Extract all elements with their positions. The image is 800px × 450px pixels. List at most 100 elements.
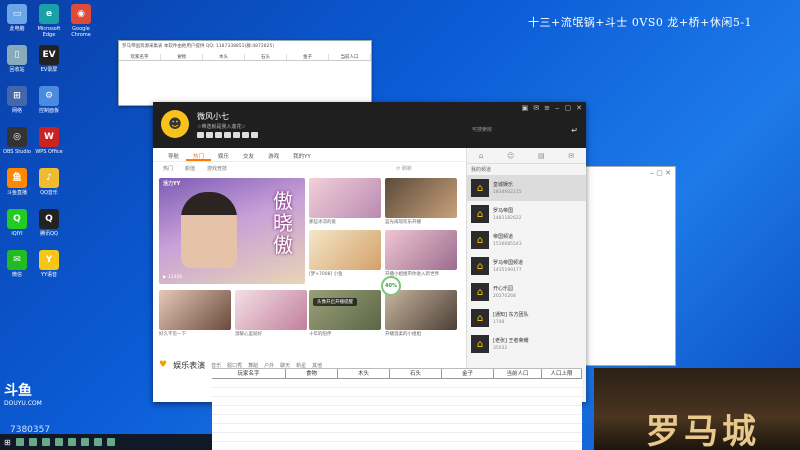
channel-item[interactable]: ⌂ 罗马帝国 1481182622: [467, 201, 586, 227]
secondary-window[interactable]: ‒ ▢ ✕: [580, 166, 676, 366]
sub-tab[interactable]: 热门: [163, 165, 173, 172]
channel-group-label[interactable]: 我的频道: [467, 164, 586, 175]
column-header[interactable]: 玩家名字: [119, 54, 161, 60]
nav-tab[interactable]: 我的YY: [286, 148, 318, 161]
column-header[interactable]: 木头: [338, 369, 390, 378]
contacts-icon[interactable]: ☺: [507, 152, 514, 160]
column-header[interactable]: 当前人口: [329, 54, 371, 60]
chat-icon[interactable]: ✉: [568, 152, 574, 160]
taskbar-app-icon[interactable]: [28, 438, 37, 446]
nav-tab[interactable]: 热门: [186, 148, 212, 161]
stream-caption[interactable]: 开播温柔的小姐姐: [385, 331, 457, 337]
channel-house-icon: ⌂: [471, 257, 489, 275]
desktop-icon[interactable]: ✉ 微信: [0, 250, 34, 278]
resource-sheet-window[interactable]: 罗马帝国资源采集表 本软件由他用户提供 QQ: 1187338851(群:487…: [118, 40, 372, 106]
column-header[interactable]: 人口上限: [542, 369, 582, 378]
channel-item[interactable]: ⌂ 皇城娱乐 1834602215: [467, 175, 586, 201]
channel-item[interactable]: ⌂ 罗马帝国频道 1435199177: [467, 253, 586, 279]
enter-icon[interactable]: ↵: [571, 126, 578, 135]
stream-caption[interactable]: 蓝光再现欢乐开播: [385, 219, 457, 225]
stream-thumbnail[interactable]: 那些冰凉的爱: [309, 178, 381, 225]
close-icon[interactable]: ✕: [576, 104, 582, 112]
taskbar-app-icon[interactable]: [93, 438, 102, 446]
channel-house-icon: ⌂: [471, 231, 489, 249]
stream-caption[interactable]: 十年的陪伴: [309, 331, 381, 337]
desktop-icon[interactable]: QiQIYI: [0, 209, 34, 237]
start-icon[interactable]: ⊞: [4, 438, 11, 447]
stream-caption[interactable]: 好久不见一下: [159, 331, 231, 337]
sub-tab[interactable]: 游戏竞技: [207, 165, 227, 172]
channel-name: 罗马帝国: [493, 208, 514, 214]
window-controls[interactable]: ‒ ▢ ✕: [581, 167, 675, 179]
stream-thumbnail[interactable]: 十年的陪伴: [309, 290, 381, 337]
taskbar-app-icon[interactable]: [80, 438, 89, 446]
skin-icon[interactable]: ▣: [522, 104, 529, 112]
app-icon: ♪: [39, 168, 59, 188]
stream-thumbnail[interactable]: 蓝光再现欢乐开播: [385, 178, 457, 225]
channel-name: [通知] 东方团队: [493, 312, 529, 318]
nav-tab[interactable]: 娱乐: [211, 148, 236, 161]
search-input[interactable]: 可搜索房: [472, 126, 552, 133]
column-header[interactable]: 木头: [203, 54, 245, 60]
window-controls[interactable]: ▣ ✉ ≡ ‒ ▢ ✕: [522, 104, 582, 112]
username[interactable]: 微风小七: [197, 111, 229, 122]
column-header[interactable]: 金子: [442, 369, 494, 378]
column-header[interactable]: 玩家名字: [212, 369, 286, 378]
featured-stream-card[interactable]: 活力YY 傲晓傲 ▶ 12446: [159, 178, 305, 284]
stream-thumbnail[interactable]: 好久不见一下: [159, 290, 231, 337]
user-signature[interactable]: ☆帝选就是我入莲花☆: [197, 123, 246, 130]
home-icon[interactable]: ⌂: [479, 152, 483, 160]
minimize-icon[interactable]: ‒: [555, 104, 559, 112]
nav-tab[interactable]: 游戏: [261, 148, 286, 161]
desktop-icon[interactable]: ⊞ 网络: [0, 86, 34, 114]
sub-tab[interactable]: 颜值: [185, 165, 195, 172]
desktop-icon[interactable]: e Microsoft Edge: [32, 4, 66, 38]
desktop-icon[interactable]: ⚙ 控制面板: [32, 86, 66, 114]
stream-caption[interactable]: 温暖心里就好: [235, 331, 307, 337]
desktop-icon-label: Microsoft Edge: [37, 26, 61, 38]
stream-thumbnail[interactable]: 开播小姐姐带你进入新世界: [385, 230, 457, 277]
column-header[interactable]: 金子: [287, 54, 329, 60]
avatar[interactable]: ☻: [161, 110, 189, 138]
refresh-button[interactable]: ⟳ 刷新: [396, 165, 412, 172]
channel-item[interactable]: ⌂ 帝国频道 1536085543: [467, 227, 586, 253]
stream-thumbnail[interactable]: 温暖心里就好: [235, 290, 307, 337]
taskbar-app-icon[interactable]: [106, 438, 115, 446]
desktop-icon[interactable]: 鱼斗鱼直播: [0, 168, 34, 196]
column-header[interactable]: 食物: [286, 369, 338, 378]
taskbar-app-icon[interactable]: [67, 438, 76, 446]
bottom-sheet-window[interactable]: 玩家名字 食物 木头 石头 金子 当前人口 人口上限: [212, 368, 582, 450]
column-header[interactable]: 石头: [245, 54, 287, 60]
nav-tab[interactable]: 交友: [236, 148, 261, 161]
taskbar-app-icon[interactable]: [41, 438, 50, 446]
channel-icon[interactable]: ▤: [538, 152, 545, 160]
desktop-icon[interactable]: ▯ 回收站: [0, 45, 34, 73]
desktop-icon[interactable]: Q 腾讯QQ: [32, 209, 66, 237]
desktop-icon[interactable]: EV EV录屏: [32, 45, 66, 73]
column-header[interactable]: 食物: [161, 54, 203, 60]
settings-icon[interactable]: ≡: [544, 104, 550, 112]
nav-tab[interactable]: 导航: [161, 148, 186, 161]
taskbar-app-icon[interactable]: [15, 438, 24, 446]
stream-caption[interactable]: 那些冰凉的爱: [309, 219, 381, 225]
desktop-icon-label: EV录屏: [40, 67, 58, 73]
channel-item[interactable]: ⌂ [老张] 王者荣耀 35032: [467, 331, 586, 357]
taskbar-app-icon[interactable]: [54, 438, 63, 446]
maximize-icon[interactable]: ▢: [565, 104, 572, 112]
desktop-icon[interactable]: W WPS Office: [32, 127, 66, 155]
channel-item[interactable]: ⌂ [通知] 东方团队 1748: [467, 305, 586, 331]
desktop-icon[interactable]: ◉ Google Chrome: [64, 4, 98, 38]
stream-thumbnail[interactable]: 开播温柔的小姐姐: [385, 290, 457, 337]
message-icon[interactable]: ✉: [533, 104, 539, 112]
desktop-icon[interactable]: Y YY语音: [32, 250, 66, 278]
column-header[interactable]: 石头: [390, 369, 442, 378]
desktop-icon-label: QQ音乐: [40, 190, 58, 196]
stream-caption[interactable]: 开播小姐姐带你进入新世界: [385, 271, 457, 277]
stream-thumbnail[interactable]: [梦+7008] 小鱼: [309, 230, 381, 277]
desktop-icon[interactable]: ▭ 此电脑: [0, 4, 34, 32]
desktop-icon[interactable]: ◎ OBS Studio: [0, 127, 34, 155]
desktop-icon[interactable]: ♪ QQ音乐: [32, 168, 66, 196]
column-header[interactable]: 当前人口: [494, 369, 542, 378]
channel-item[interactable]: ⌂ 开心乐园 20270268: [467, 279, 586, 305]
stream-caption[interactable]: [梦+7008] 小鱼: [309, 271, 381, 277]
